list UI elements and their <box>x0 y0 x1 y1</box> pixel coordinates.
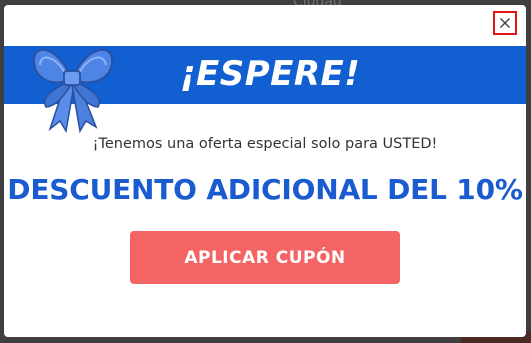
offer-subtitle: ¡Tenemos una oferta especial solo para U… <box>92 136 438 152</box>
promo-modal: ¡ESPERE! ¡Tenemos una oferta especial so… <box>4 5 526 337</box>
gift-bow-icon <box>33 49 113 134</box>
close-button[interactable] <box>493 11 517 35</box>
banner-title: ¡ESPERE! <box>180 54 361 94</box>
discount-headline: DESCUENTO ADICIONAL DEL 10% <box>7 173 523 206</box>
close-icon <box>500 18 510 28</box>
apply-coupon-button[interactable]: APLICAR CUPÓN <box>130 231 400 284</box>
